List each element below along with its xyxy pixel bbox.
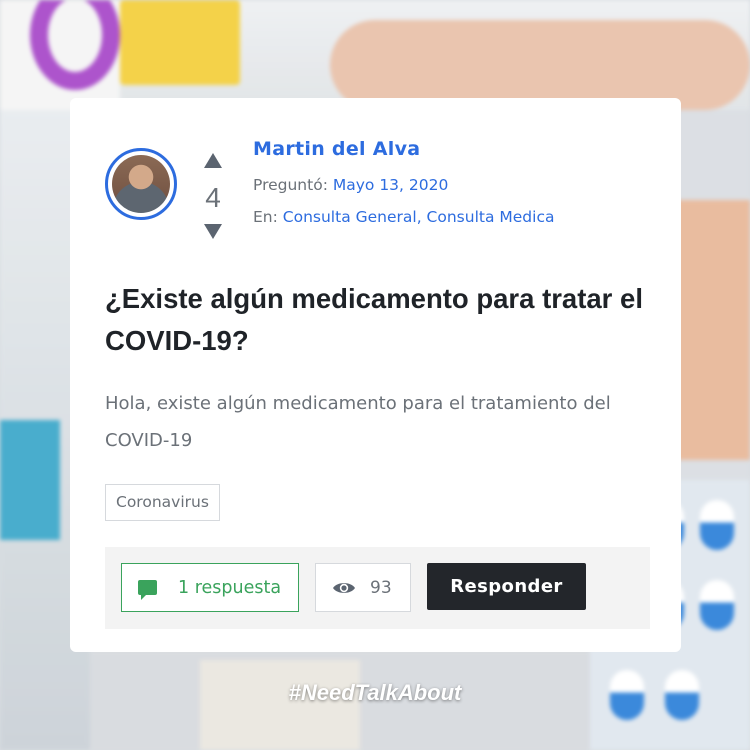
triangle-up-icon[interactable] [204, 153, 222, 168]
hashtag-caption: #NeedTalkAbout [288, 680, 462, 705]
reply-button[interactable]: Responder [427, 563, 586, 610]
user-photo [112, 155, 170, 213]
vote-count: 4 [205, 182, 221, 213]
category-line: En: Consulta General, Consulta Medica [253, 208, 554, 226]
comment-icon [138, 580, 157, 600]
question-footer: 1 respuesta 93 Responder [105, 547, 650, 629]
tag-coronavirus[interactable]: Coronavirus [105, 484, 220, 521]
author-name[interactable]: Martin del Alva [253, 138, 554, 160]
asked-label: Preguntó: [253, 176, 328, 194]
eye-icon [332, 581, 356, 595]
views-counter: 93 [315, 563, 411, 612]
avatar[interactable] [105, 148, 177, 220]
answers-label: 1 respuesta [178, 577, 282, 598]
asked-date-link[interactable]: Mayo 13, 2020 [333, 176, 448, 194]
category-label: En: [253, 208, 278, 226]
triangle-down-icon[interactable] [204, 224, 222, 239]
asked-line: Preguntó: Mayo 13, 2020 [253, 176, 554, 194]
category-links[interactable]: Consulta General, Consulta Medica [283, 208, 555, 226]
answers-button[interactable]: 1 respuesta [121, 563, 299, 612]
vote-widget: 4 [198, 148, 228, 239]
question-body: Hola, existe algún medicamento para el t… [105, 393, 611, 451]
views-count: 93 [370, 577, 392, 598]
question-meta: Martin del Alva Preguntó: Mayo 13, 2020 … [253, 138, 554, 226]
question-title[interactable]: ¿Existe algún medicamento para tratar el… [105, 278, 645, 362]
question-card: 4 Martin del Alva Preguntó: Mayo 13, 202… [70, 98, 681, 652]
